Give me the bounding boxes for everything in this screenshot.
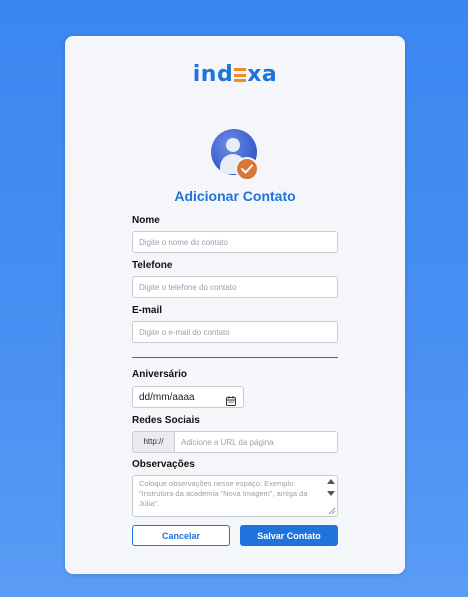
logo-text-right: xa (247, 62, 278, 87)
resize-grip-icon[interactable] (328, 507, 336, 515)
calendar-icon[interactable] (226, 393, 236, 411)
observacoes-textarea[interactable] (132, 475, 338, 517)
scroll-down-icon[interactable] (327, 491, 335, 496)
scroll-up-icon[interactable] (327, 479, 335, 484)
cancel-button[interactable]: Cancelar (132, 525, 230, 546)
nome-input[interactable] (132, 231, 338, 253)
redes-sociais-input[interactable] (174, 431, 338, 453)
aniversario-date-input[interactable]: dd/mm/aaaa (132, 386, 244, 408)
aniversario-label: Aniversário (132, 369, 188, 380)
divider (132, 357, 338, 358)
url-prefix: http:// (132, 431, 174, 453)
telefone-input[interactable] (132, 276, 338, 298)
email-label: E-mail (132, 305, 163, 316)
check-badge-icon (235, 157, 259, 181)
indexa-logo: ind xa (65, 62, 405, 87)
save-contact-button[interactable]: Salvar Contato (240, 525, 338, 546)
nome-label: Nome (132, 215, 160, 226)
observacoes-label: Observações (132, 459, 195, 470)
telefone-label: Telefone (132, 260, 173, 271)
logo-e-icon (234, 68, 247, 82)
textarea-scrollbar[interactable] (324, 476, 337, 516)
page-title: Adicionar Contato (174, 188, 296, 204)
date-value: dd/mm/aaaa (139, 392, 195, 403)
logo-text-left: ind (192, 62, 234, 87)
add-contact-card: indxa Adicionar Contato Nome Telefone E-… (65, 36, 405, 574)
email-input[interactable] (132, 321, 338, 343)
redes-sociais-label: Redes Sociais (132, 415, 200, 426)
